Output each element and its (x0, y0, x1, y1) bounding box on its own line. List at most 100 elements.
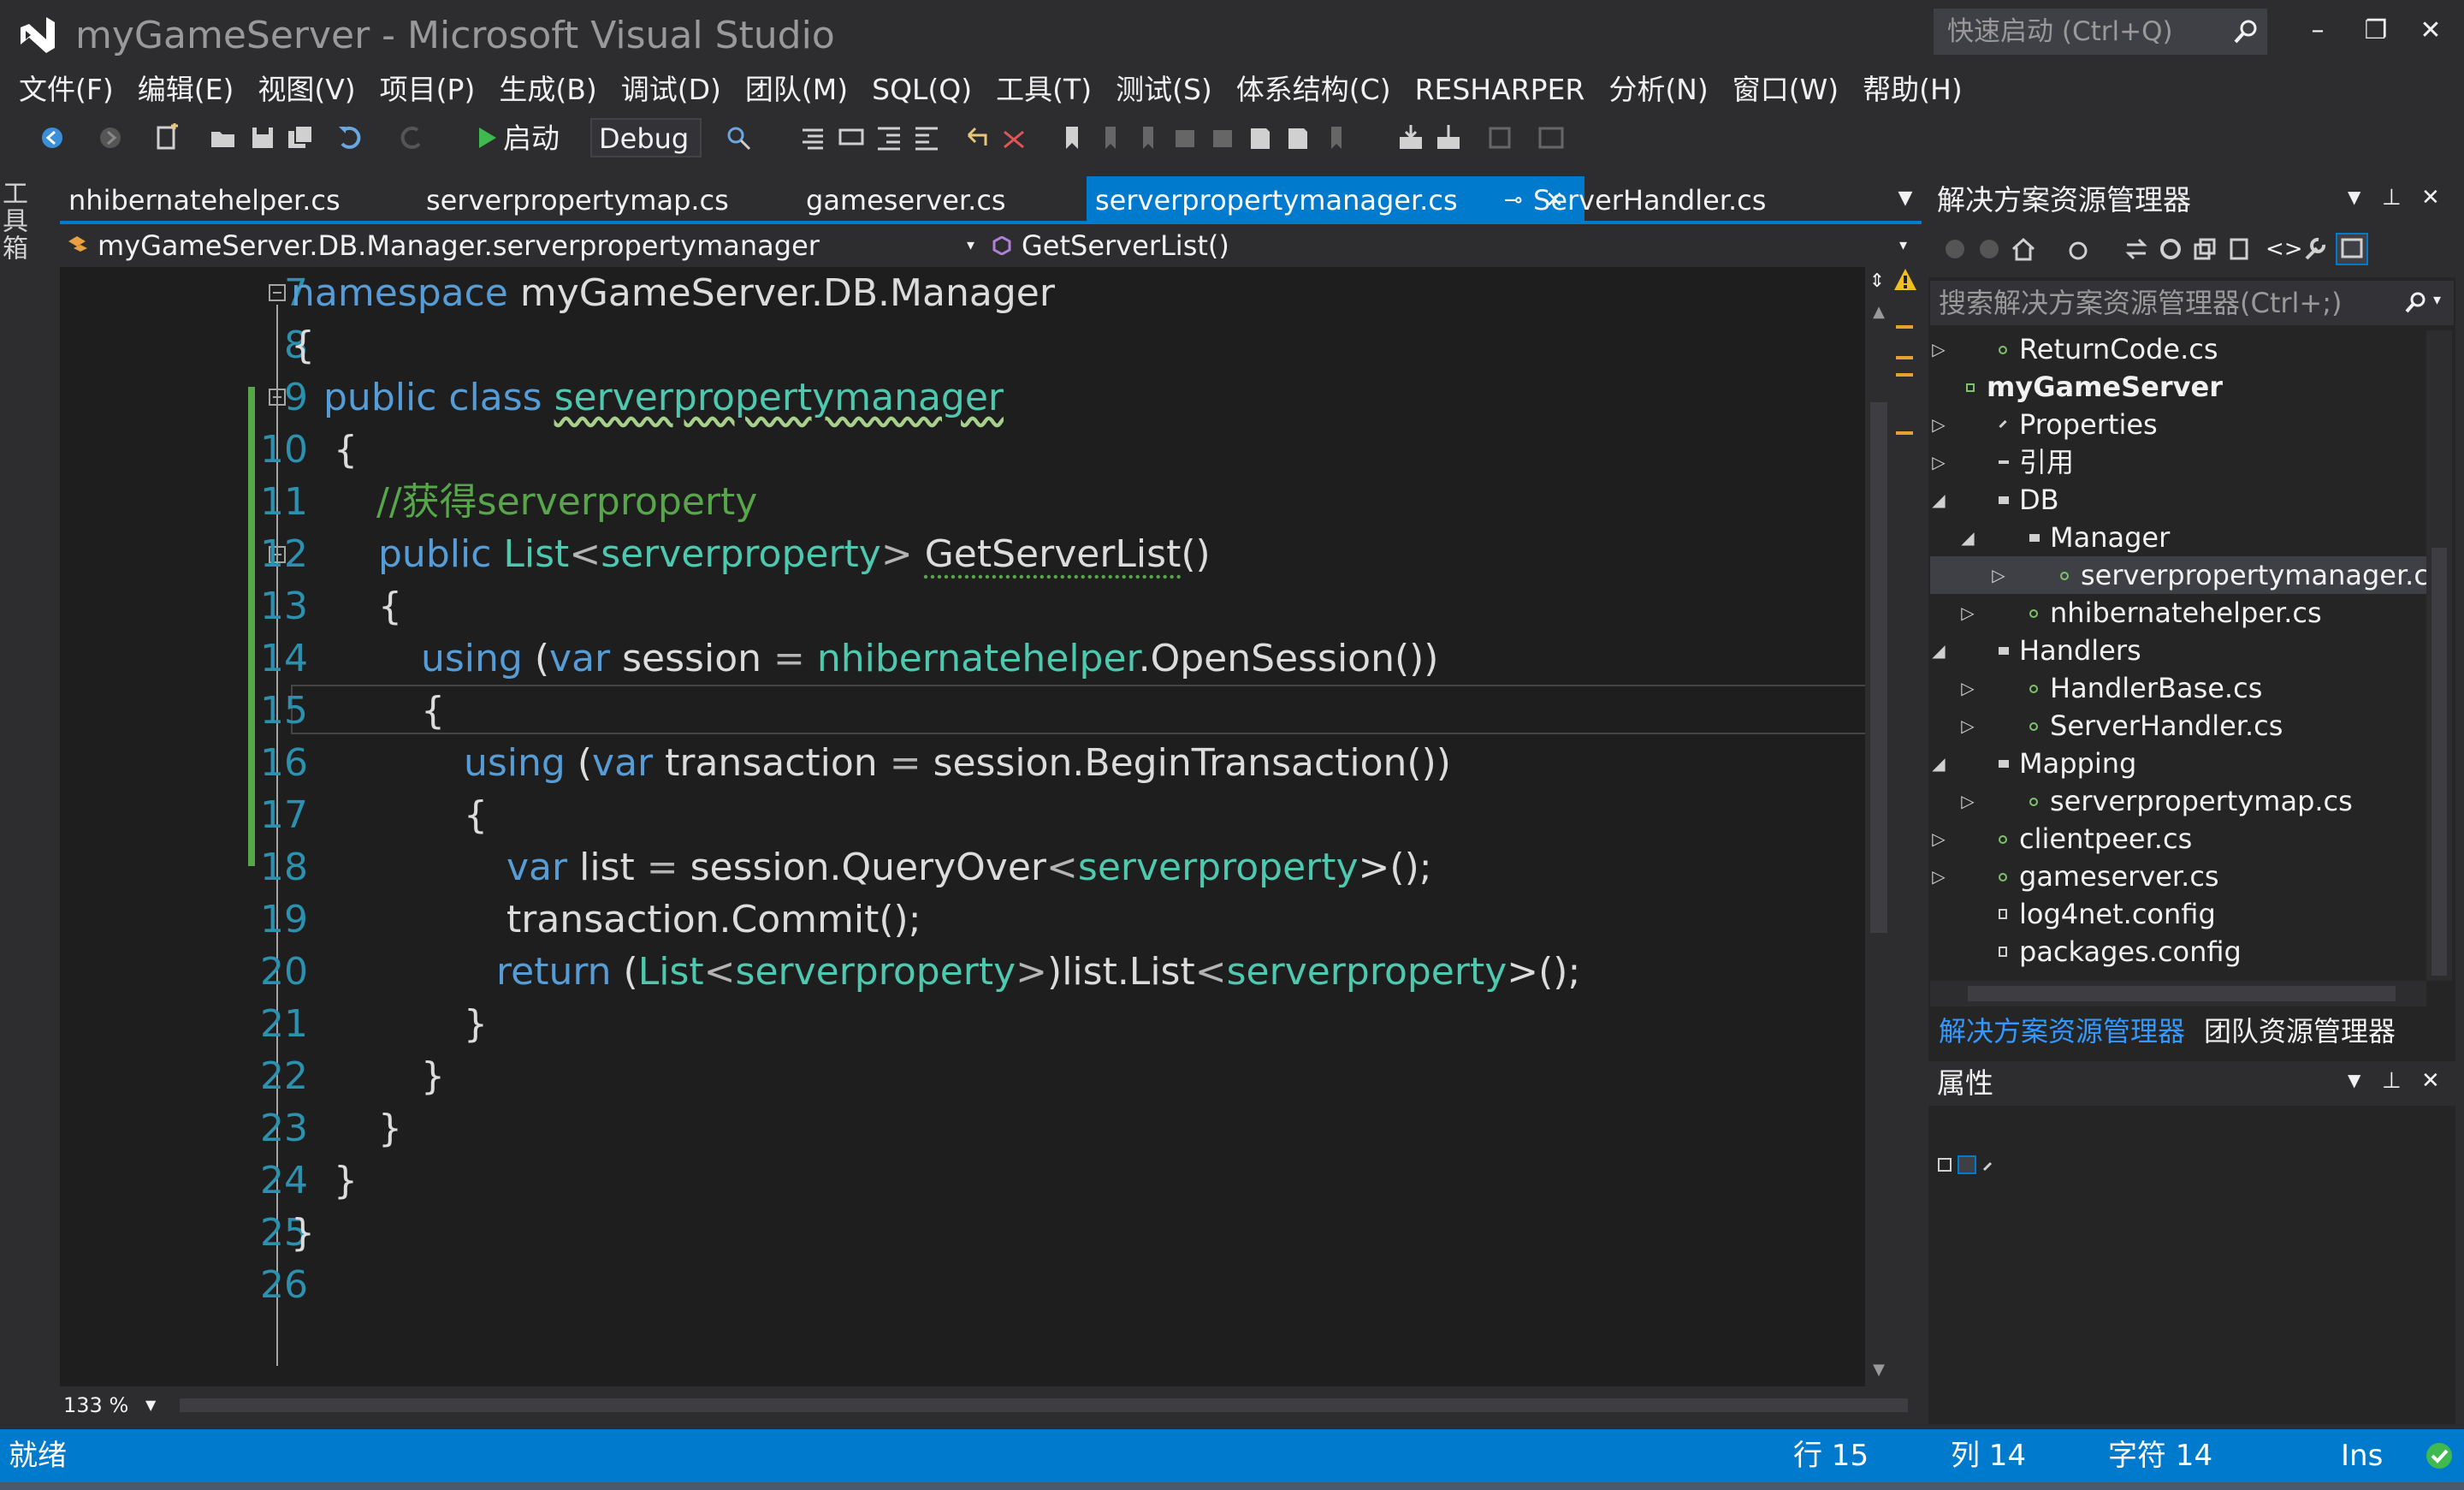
next-bookmark-icon[interactable] (1133, 123, 1162, 152)
tree-item-packages-config[interactable]: packages.config (1930, 933, 2426, 971)
menu-architecture[interactable]: 体系结构(C) (1224, 68, 1403, 111)
quick-launch-input[interactable]: 快速启动 (Ctrl+Q) (1934, 9, 2267, 55)
prev-bookmark-icon[interactable] (1095, 123, 1124, 152)
close-panel-icon[interactable]: ✕ (2421, 185, 2440, 211)
tree-item-returncode[interactable]: ▷ ReturnCode.cs (1930, 330, 2426, 368)
categorized-icon[interactable] (1937, 1157, 1952, 1172)
collapse-icon[interactable]: ◢ (1930, 632, 1947, 669)
collapse-icon[interactable]: ◢ (1959, 519, 1976, 556)
format-document-icon[interactable] (799, 123, 828, 152)
scroll-down-icon[interactable]: ▼ (1869, 1361, 1889, 1379)
undo-icon[interactable] (335, 123, 364, 152)
attach-icon[interactable] (1485, 123, 1514, 152)
start-debugging-icon[interactable] (472, 123, 501, 152)
new-project-icon[interactable] (152, 123, 181, 152)
close-button[interactable]: ✕ (2406, 9, 2455, 53)
next-bookmark-folder-icon[interactable] (1208, 123, 1237, 152)
tree-item-serverhandler[interactable]: ▷ ServerHandler.cs (1930, 707, 2426, 745)
tree-item-folder-handlers[interactable]: ◢ Handlers (1930, 632, 2426, 669)
pending-changes-icon[interactable] (2065, 236, 2091, 262)
pin-icon[interactable]: ⊥ (2382, 185, 2402, 211)
tree-item-folder-mapping[interactable]: ◢ Mapping (1930, 745, 2426, 782)
refresh-icon[interactable] (2158, 236, 2183, 262)
solution-tree-scroll-thumb[interactable] (2431, 548, 2447, 976)
menu-edit[interactable]: 编辑(E) (126, 68, 246, 111)
view-code-icon[interactable]: <> (2266, 236, 2303, 262)
tree-item-handlerbase[interactable]: ▷ HandlerBase.cs (1930, 669, 2426, 707)
close-panel-icon[interactable]: ✕ (2421, 1068, 2440, 1094)
forward-icon[interactable] (1976, 236, 2002, 262)
expand-icon[interactable]: ▷ (1959, 594, 1976, 632)
menu-build[interactable]: 生成(B) (487, 68, 608, 111)
collapse-icon[interactable]: ◢ (1930, 745, 1947, 782)
menu-test[interactable]: 测试(S) (1104, 68, 1224, 111)
panel-options-icon[interactable]: ▼ (2348, 1070, 2360, 1090)
editor-horizontal-scrollbar[interactable] (180, 1398, 1908, 1412)
tab-team-explorer[interactable]: 团队资源管理器 (2204, 1010, 2396, 1053)
tree-item-folder-db[interactable]: ◢ DB (1930, 481, 2426, 519)
prev-bookmark-folder-icon[interactable] (1170, 123, 1199, 152)
layout-icon[interactable] (1537, 123, 1566, 152)
menu-sql[interactable]: SQL(Q) (860, 68, 984, 111)
menu-debug[interactable]: 调试(D) (609, 68, 733, 111)
solution-tree-hscroll-thumb[interactable] (1968, 986, 2396, 1001)
tree-item-project[interactable]: ◢ myGameServer (1930, 368, 2426, 406)
show-all-files-icon[interactable] (2226, 236, 2252, 262)
navigate-back-icon[interactable] (38, 123, 67, 152)
editor-scroll-thumb[interactable] (1870, 402, 1887, 933)
sync-icon[interactable] (2123, 236, 2149, 262)
menu-team[interactable]: 团队(M) (733, 68, 860, 111)
expand-icon[interactable]: ▷ (1959, 707, 1976, 745)
preview-selected-icon[interactable] (2336, 233, 2368, 265)
tab-serverhandler[interactable]: ServerHandler.cs (1525, 176, 1884, 224)
tree-item-references[interactable]: ▷ 引用 (1930, 443, 2426, 481)
expand-icon[interactable]: ▷ (1930, 820, 1947, 858)
open-file-icon[interactable] (209, 123, 238, 152)
save-icon[interactable] (248, 123, 277, 152)
expand-icon[interactable]: ▷ (1930, 406, 1947, 443)
expand-icon[interactable]: ▷ (1930, 330, 1947, 368)
search-options-icon[interactable]: ▾ (2433, 291, 2441, 309)
comment-icon[interactable] (837, 123, 866, 152)
expand-icon[interactable]: ▷ (1990, 556, 2007, 594)
code-editor[interactable]: 7 namespace myGameServer.DB.Manager 8 { … (60, 267, 1922, 1386)
tree-item-properties[interactable]: ▷ Properties (1930, 406, 2426, 443)
properties-wrench-icon[interactable] (2301, 236, 2327, 262)
tree-item-gameserver[interactable]: ▷ gameserver.cs (1930, 858, 2426, 895)
expand-icon[interactable]: ▷ (1930, 858, 1947, 895)
panel-options-icon[interactable]: ▼ (2348, 187, 2360, 207)
find-in-files-icon[interactable] (724, 123, 753, 152)
alphabetical-icon[interactable] (1958, 1155, 1976, 1174)
solution-configuration-select[interactable]: Debug (590, 118, 702, 157)
scroll-up-icon[interactable]: ▲ (1869, 303, 1889, 321)
prev-bookmark-doc-icon[interactable] (1246, 123, 1275, 152)
search-icon[interactable] (2231, 17, 2260, 46)
menu-view[interactable]: 视图(V) (246, 68, 367, 111)
home-icon[interactable] (2011, 236, 2036, 262)
deploy-icon[interactable] (1434, 123, 1463, 152)
menu-resharper[interactable]: RESHARPER (1403, 68, 1597, 111)
properties-object-select[interactable] (1932, 1109, 2449, 1149)
step-back-icon[interactable] (962, 123, 991, 152)
stop-icon[interactable] (999, 123, 1028, 152)
back-icon[interactable] (1942, 236, 1968, 262)
tab-serverpropertymanager[interactable]: serverpropertymanager.cs ⊸ ✕ (1087, 176, 1584, 224)
menu-project[interactable]: 项目(P) (368, 68, 488, 111)
warning-icon[interactable] (1892, 267, 1918, 293)
solution-explorer-search-input[interactable]: 搜索解决方案资源管理器(Ctrl+;) ▾ (1930, 281, 2454, 325)
menu-tools[interactable]: 工具(T) (984, 68, 1104, 111)
next-bookmark-doc-icon[interactable] (1283, 123, 1312, 152)
tree-item-log4net-config[interactable]: log4net.config (1930, 895, 2426, 933)
tab-nhibernatehelper[interactable]: nhibernatehelper.cs (60, 176, 419, 224)
navigate-forward-icon[interactable] (96, 123, 125, 152)
tree-item-nhibernatehelper[interactable]: ▷ nhibernatehelper.cs (1930, 594, 2426, 632)
tree-item-serverpropertymap[interactable]: ▷ serverpropertymap.cs (1930, 782, 2426, 820)
menu-analyze[interactable]: 分析(N) (1596, 68, 1720, 111)
toolbox-tab[interactable]: 工具箱 (0, 180, 31, 262)
tab-solution-explorer[interactable]: 解决方案资源管理器 (1939, 1010, 2185, 1053)
start-button-label[interactable]: 启动 (503, 122, 560, 156)
expand-icon[interactable]: ▷ (1959, 669, 1976, 707)
tab-serverpropertymap[interactable]: serverpropertymap.cs (418, 176, 797, 224)
expand-icon[interactable]: ▷ (1959, 782, 1976, 820)
bookmark-icon[interactable] (1057, 123, 1087, 152)
